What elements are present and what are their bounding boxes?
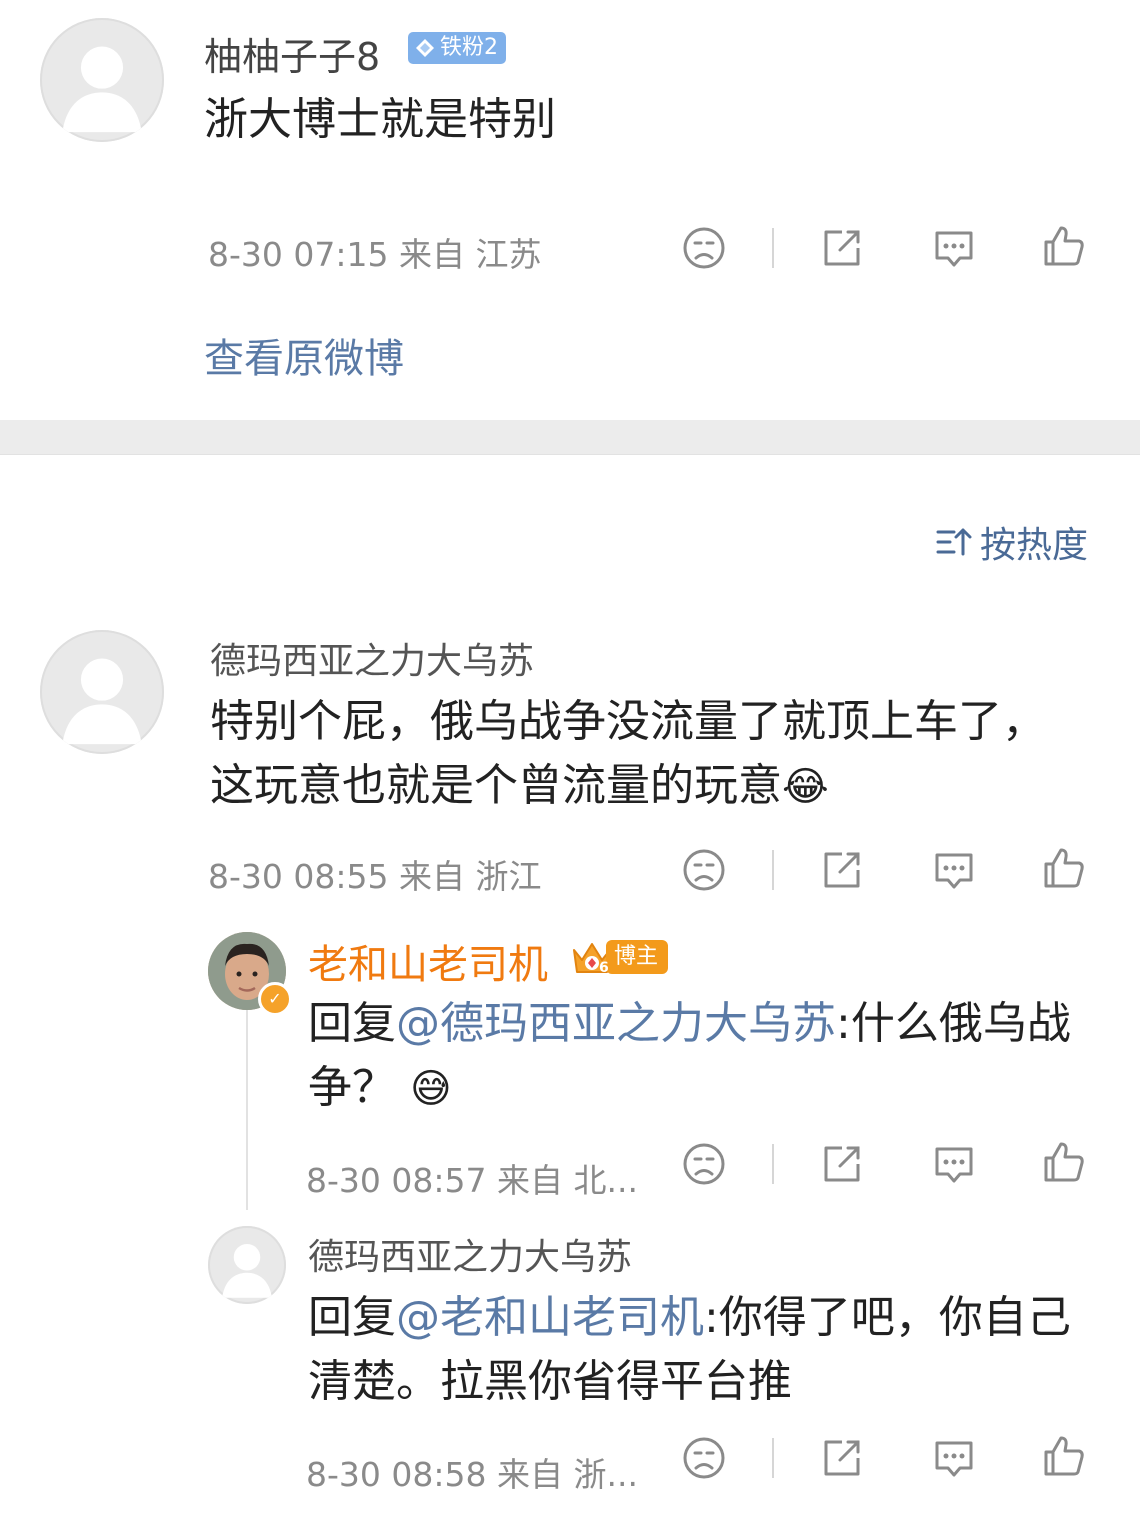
- default-avatar-icon: [62, 658, 142, 745]
- avatar-commenter[interactable]: [40, 630, 164, 754]
- post-meta: 8-30 07:15 来自 江苏: [208, 235, 542, 274]
- reply-meta: 8-30 08:58 来自 浙...: [306, 1455, 638, 1494]
- comment-content: 特别个屁，俄乌战争没流量了就顶上车了，这玩意也就是个曾流量的玩意😂: [210, 690, 1070, 819]
- comment-icon[interactable]: [930, 224, 978, 272]
- comment-icon[interactable]: [930, 1140, 978, 1188]
- share-icon[interactable]: [818, 1140, 866, 1188]
- fan-badge-label: 铁粉2: [440, 35, 498, 60]
- comment-icon[interactable]: [930, 1434, 978, 1482]
- host-badge-label: 博主: [614, 944, 659, 969]
- default-avatar-icon: [222, 1243, 272, 1298]
- reply-username[interactable]: 德玛西亚之力大乌苏: [308, 1228, 632, 1280]
- sort-icon: [936, 528, 972, 556]
- reply-host-username[interactable]: 老和山老司机: [308, 932, 548, 990]
- reply-host-content: 回复@德玛西亚之力大乌苏:什么俄乌战争？ 😅: [308, 992, 1108, 1121]
- dislike-icon[interactable]: [680, 846, 728, 894]
- sweat-smile-emoji-icon: 😅: [410, 1066, 452, 1112]
- host-badge[interactable]: 博主: [606, 940, 669, 974]
- reply-prefix: 回复: [308, 998, 396, 1049]
- share-icon[interactable]: [818, 224, 866, 272]
- verified-badge-icon: ✓: [258, 982, 292, 1016]
- mention-link[interactable]: @德玛西亚之力大乌苏: [396, 998, 836, 1049]
- comment-text: 特别个屁，俄乌战争没流量了就顶上车了，这玩意也就是个曾流量的玩意: [210, 696, 1046, 811]
- action-separator: [772, 1144, 774, 1184]
- comment-meta: 8-30 08:55 来自 浙江: [208, 857, 542, 896]
- share-icon[interactable]: [818, 846, 866, 894]
- post-username[interactable]: 柚柚子子8: [204, 26, 380, 81]
- default-avatar-icon: [62, 46, 142, 133]
- comment-username[interactable]: 德玛西亚之力大乌苏: [210, 632, 534, 684]
- post-content: 浙大博士就是特别: [204, 94, 556, 145]
- share-icon[interactable]: [818, 1434, 866, 1482]
- diamond-icon: [416, 39, 434, 57]
- like-icon[interactable]: [1040, 222, 1088, 270]
- action-separator: [772, 850, 774, 890]
- like-icon[interactable]: [1040, 1432, 1088, 1480]
- laugh-cry-emoji-icon: 😂: [782, 764, 829, 810]
- fan-badge[interactable]: 铁粉2: [408, 32, 506, 64]
- action-separator: [772, 228, 774, 268]
- like-icon[interactable]: [1040, 1138, 1088, 1186]
- thread-line: [246, 1010, 248, 1210]
- dislike-icon[interactable]: [680, 1434, 728, 1482]
- sort-label: 按热度: [979, 525, 1088, 566]
- dislike-icon[interactable]: [680, 224, 728, 272]
- dislike-icon[interactable]: [680, 1140, 728, 1188]
- avatar-post-author[interactable]: [40, 18, 164, 142]
- reply-prefix: 回复: [308, 1292, 396, 1343]
- view-original-link[interactable]: 查看原微博: [204, 326, 404, 384]
- mention-link[interactable]: @老和山老司机: [396, 1292, 704, 1343]
- sort-button[interactable]: 按热度: [934, 516, 1088, 568]
- section-divider: [0, 420, 1140, 455]
- host-level: 6: [599, 960, 609, 976]
- avatar-reply-author[interactable]: [208, 1226, 286, 1304]
- like-icon[interactable]: [1040, 844, 1088, 892]
- reply-content: 回复@老和山老司机:你得了吧，你自己清楚。拉黑你省得平台推: [308, 1286, 1108, 1414]
- reply-host-meta: 8-30 08:57 来自 北...: [306, 1161, 638, 1200]
- action-separator: [772, 1438, 774, 1478]
- comment-icon[interactable]: [930, 846, 978, 894]
